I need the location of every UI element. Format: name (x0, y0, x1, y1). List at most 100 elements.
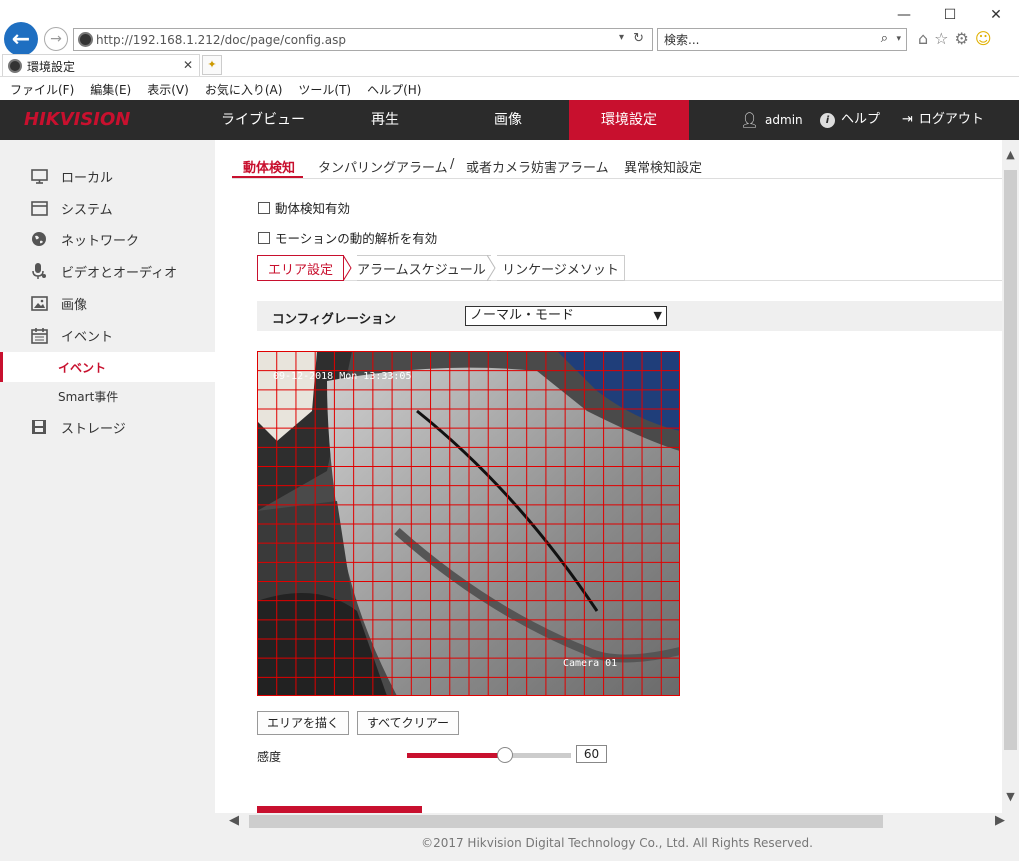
minimize-icon[interactable]: — (881, 0, 927, 30)
tab-separator: / (450, 157, 455, 172)
search-box[interactable]: 検索... ⌕ ▾ (657, 28, 907, 51)
tab-tampering-alarm[interactable]: タンパリングアラーム (318, 157, 448, 176)
logo-part1: HIK (24, 109, 60, 130)
vertical-scrollbar[interactable]: ▲ ▼ (1002, 140, 1019, 813)
browser-tab[interactable]: 環境設定 ✕ (2, 54, 200, 77)
draw-area-button[interactable]: エリアを描く (257, 711, 350, 735)
video-preview[interactable]: 09-12-2018 Mon 13:33:05 Camera 01 (257, 351, 680, 696)
nav-live-view[interactable]: ライブビュー (205, 100, 321, 140)
menu-view[interactable]: 表示(V) (147, 81, 189, 98)
address-dropdown-icon[interactable]: ▾ (619, 32, 624, 43)
tab-title: 環境設定 (27, 59, 76, 74)
sidebar-item-video-audio[interactable]: ビデオとオーディオ (0, 255, 215, 287)
checkbox[interactable] (258, 201, 270, 214)
crumb-linkage-method[interactable]: リンケージメソット (497, 255, 625, 281)
select-value: ノーマル・モード (470, 308, 575, 323)
main-content: 動体検知 タンパリングアラーム / 或者カメラ妨害アラーム 異常検知設定 動体検… (215, 140, 1002, 813)
logout-icon: ⇥ (902, 112, 913, 127)
slider-handle[interactable] (497, 747, 514, 763)
sidebar-item-image[interactable]: 画像 (0, 287, 215, 319)
sidebar-item-storage[interactable]: ストレージ (0, 411, 215, 443)
app-header: HIKVISION ライブビュー 再生 画像 環境設定 👤︎ admin i ヘ… (0, 100, 1019, 140)
tab-video-tampering-alarm[interactable]: 或者カメラ妨害アラーム (466, 157, 609, 176)
menu-tools[interactable]: ツール(T) (298, 81, 351, 98)
forward-button[interactable]: → (44, 27, 68, 51)
menu-file[interactable]: ファイル(F) (10, 81, 74, 98)
user-menu[interactable]: 👤︎ admin (740, 100, 803, 140)
sensitivity-label: 感度 (257, 750, 282, 764)
scroll-left-icon[interactable]: ◀ (229, 813, 239, 828)
search-dropdown-icon[interactable]: ▾ (896, 34, 901, 44)
tab-motion-detection[interactable]: 動体検知 (243, 157, 295, 176)
configuration-row: コンフィグレーション ノーマル・モード ▼ (257, 301, 1002, 331)
scroll-thumb[interactable] (1004, 170, 1017, 750)
settings-gear-icon[interactable]: ⚙ (955, 29, 969, 48)
tab-close-icon[interactable]: ✕ (183, 58, 193, 72)
horizontal-scrollbar[interactable]: ◀ ▶ (215, 813, 1019, 830)
sidebar-item-label: ネットワーク (61, 233, 140, 249)
enable-motion-detection[interactable]: 動体検知有効 (258, 198, 350, 217)
sidebar-item-event[interactable]: イベント (0, 319, 215, 351)
sensitivity-value[interactable]: 60 (576, 745, 607, 763)
crumb-arrow (343, 255, 352, 281)
sidebar-item-label: ストレージ (61, 421, 126, 437)
scroll-thumb[interactable] (249, 815, 883, 828)
sidebar-item-system[interactable]: システム (0, 192, 215, 224)
sidebar-subitem-event[interactable]: イベント (0, 352, 215, 382)
clear-all-button[interactable]: すべてクリアー (357, 711, 459, 735)
microphone-icon (29, 261, 49, 281)
browser-chrome: — ☐ ✕ ← → http://192.168.1.212/doc/page/… (0, 0, 1019, 100)
refresh-icon[interactable]: ↻ (633, 31, 644, 46)
new-tab-button[interactable]: ✦ (202, 55, 222, 75)
sidebar-item-label: ローカル (61, 170, 114, 186)
address-bar[interactable]: http://192.168.1.212/doc/page/config.asp… (73, 28, 653, 51)
video-camera-label: Camera 01 (563, 658, 618, 669)
sensitivity-slider[interactable] (407, 747, 571, 763)
search-icon[interactable]: ⌕ (881, 31, 888, 46)
checkbox[interactable] (258, 231, 270, 244)
nav-configuration[interactable]: 環境設定 (569, 100, 689, 140)
sidebar-subitem-smart-event[interactable]: Smart事件 (0, 381, 215, 411)
help-link[interactable]: i ヘルプ (820, 100, 880, 140)
scroll-right-icon[interactable]: ▶ (995, 813, 1005, 828)
configuration-label: コンフィグレーション (272, 311, 397, 326)
configuration-select[interactable]: ノーマル・モード ▼ (465, 306, 667, 326)
divider (0, 76, 1019, 77)
checkbox-label: モーションの動的解析を有効 (275, 231, 438, 246)
slider-fill (407, 753, 506, 758)
image-icon (29, 293, 49, 313)
enable-dynamic-analysis[interactable]: モーションの動的解析を有効 (258, 228, 437, 247)
nav-playback[interactable]: 再生 (337, 100, 433, 140)
save-button[interactable] (257, 806, 422, 813)
nav-picture[interactable]: 画像 (460, 100, 556, 140)
smiley-feedback-icon[interactable]: ☺ (975, 29, 992, 48)
maximize-icon[interactable]: ☐ (927, 0, 973, 30)
browser-toolbar: ⌂ ☆ ⚙ ☺ (918, 29, 992, 48)
tab-divider (232, 178, 1002, 179)
sidebar-item-local[interactable]: ローカル (0, 160, 215, 192)
menu-favorites[interactable]: お気に入り(A) (205, 81, 283, 98)
home-icon[interactable]: ⌂ (918, 29, 928, 48)
back-button[interactable]: ← (4, 22, 38, 56)
menu-edit[interactable]: 編集(E) (90, 81, 131, 98)
sidebar-item-network[interactable]: ネットワーク (0, 223, 215, 255)
chevron-down-icon: ▼ (653, 309, 662, 322)
favorites-star-icon[interactable]: ☆ (934, 29, 948, 48)
scroll-up-icon[interactable]: ▲ (1002, 148, 1019, 161)
calendar-icon (29, 325, 49, 345)
scroll-down-icon[interactable]: ▼ (1002, 790, 1019, 803)
crumb-area-settings[interactable]: エリア設定 (257, 255, 344, 281)
logout-link[interactable]: ⇥ ログアウト (902, 100, 984, 140)
window-controls: — ☐ ✕ (881, 0, 1019, 30)
logo-part2: VISION (59, 109, 131, 130)
crumb-alarm-schedule[interactable]: アラームスケジュール (357, 255, 491, 281)
tab-exception-settings[interactable]: 異常検知設定 (624, 157, 702, 176)
close-icon[interactable]: ✕ (973, 0, 1019, 30)
menu-bar: ファイル(F) 編集(E) 表示(V) お気に入り(A) ツール(T) ヘルプ(… (0, 78, 1019, 100)
sidebar-item-label: システム (61, 202, 113, 218)
tab-favicon-icon (8, 59, 22, 73)
search-placeholder: 検索... (664, 33, 700, 47)
motion-grid[interactable] (257, 351, 680, 696)
user-icon: 👤︎ (740, 111, 760, 129)
menu-help[interactable]: ヘルプ(H) (367, 81, 421, 98)
